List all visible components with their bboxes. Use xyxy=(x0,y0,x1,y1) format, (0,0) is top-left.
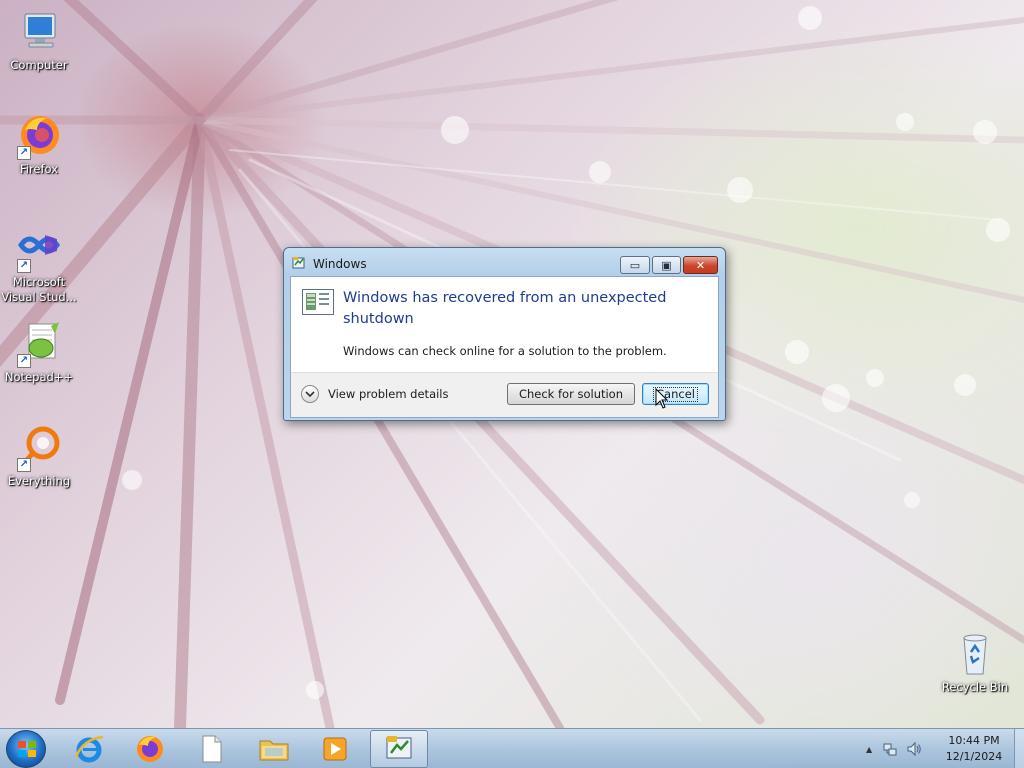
problem-reports-icon xyxy=(386,736,412,759)
taskbar-firefox[interactable] xyxy=(121,730,179,768)
dialog-footer: View problem details Check for solution … xyxy=(291,372,718,417)
close-icon: ✕ xyxy=(695,258,706,272)
maximize-button[interactable]: ▣ xyxy=(652,256,681,274)
blank-document-icon xyxy=(202,735,222,763)
maximize-icon: ▣ xyxy=(661,258,672,272)
notepadpp-icon: ↗ xyxy=(15,320,63,368)
firefox-icon xyxy=(137,736,163,762)
view-details-toggle[interactable] xyxy=(301,385,319,403)
visual-studio-icon: ↗ xyxy=(15,225,63,273)
desktop-icon-label: Microsoft Visual Stud... xyxy=(1,275,77,304)
taskbar: ▲ 10:44 PM 12/1/2024 xyxy=(0,728,1024,768)
firefox-icon: ↗ xyxy=(15,112,63,160)
desktop-icon-label: Everything xyxy=(7,474,71,488)
desktop-icon-visual-studio[interactable]: ↗ Microsoft Visual Stud... xyxy=(1,225,77,305)
desktop-icon-firefox[interactable]: ↗ Firefox xyxy=(1,112,77,177)
media-player-icon xyxy=(323,737,347,761)
file-explorer-icon xyxy=(259,740,289,761)
dialog-heading: Windows has recovered from an unexpected… xyxy=(343,290,667,327)
internet-explorer-icon xyxy=(74,735,104,763)
windows-logo-icon xyxy=(18,741,36,757)
shortcut-arrow-icon: ↗ xyxy=(17,259,31,273)
chevron-down-icon xyxy=(305,391,315,398)
cancel-button[interactable]: Cancel xyxy=(642,383,709,405)
clock-time: 10:44 PM xyxy=(948,734,1000,747)
volume-icon[interactable] xyxy=(906,741,922,757)
shortcut-arrow-icon: ↗ xyxy=(17,146,31,160)
shortcut-arrow-icon: ↗ xyxy=(17,458,31,472)
taskbar-clock[interactable]: 10:44 PM 12/1/2024 xyxy=(938,733,1010,765)
dialog-title: Windows xyxy=(313,257,367,271)
minimize-icon: ▭ xyxy=(629,258,641,272)
desktop-icon-label: Firefox xyxy=(19,162,59,176)
desktop-icon-computer[interactable]: Computer xyxy=(1,8,77,73)
computer-icon xyxy=(15,8,63,56)
desktop-icon-notepadpp[interactable]: ↗ Notepad++ xyxy=(1,320,77,385)
check-for-solution-button[interactable]: Check for solution xyxy=(507,383,635,405)
taskbar-internet-explorer[interactable] xyxy=(60,730,118,768)
desktop-icon-label: Computer xyxy=(10,58,68,72)
everything-icon: ↗ xyxy=(15,424,63,472)
taskbar-file-explorer[interactable] xyxy=(245,730,303,768)
mouse-cursor-icon xyxy=(655,388,669,409)
start-button[interactable] xyxy=(6,730,46,768)
taskbar-document[interactable] xyxy=(182,730,240,768)
dialog-titlebar[interactable]: Windows ▭ ▣ ✕ xyxy=(284,248,725,276)
desktop-icon-everything[interactable]: ↗ Everything xyxy=(1,424,77,489)
windows-problem-icon xyxy=(292,257,305,269)
minimize-button[interactable]: ▭ xyxy=(620,256,650,274)
desktop-icon-recycle-bin[interactable]: Recycle Bin xyxy=(937,630,1013,695)
check-for-solution-label: Check for solution xyxy=(518,387,624,401)
desktop-icon-label: Notepad++ xyxy=(4,370,74,384)
desktop-icon-label: Recycle Bin xyxy=(941,680,1009,694)
recovery-icon xyxy=(302,289,334,315)
taskbar-media-player[interactable] xyxy=(306,730,364,768)
show-desktop-button[interactable] xyxy=(1014,729,1024,768)
notification-area: ▲ xyxy=(866,729,922,768)
recycle-bin-icon xyxy=(951,630,999,678)
show-hidden-icons-button[interactable]: ▲ xyxy=(866,745,872,754)
network-icon[interactable] xyxy=(882,741,898,757)
close-button[interactable]: ✕ xyxy=(683,256,718,274)
taskbar-problem-reports[interactable] xyxy=(370,730,428,768)
clock-date: 12/1/2024 xyxy=(945,750,1003,763)
view-details-label[interactable]: View problem details xyxy=(328,387,449,401)
dialog-message: Windows can check online for a solution … xyxy=(343,344,667,358)
shortcut-arrow-icon: ↗ xyxy=(17,354,31,368)
